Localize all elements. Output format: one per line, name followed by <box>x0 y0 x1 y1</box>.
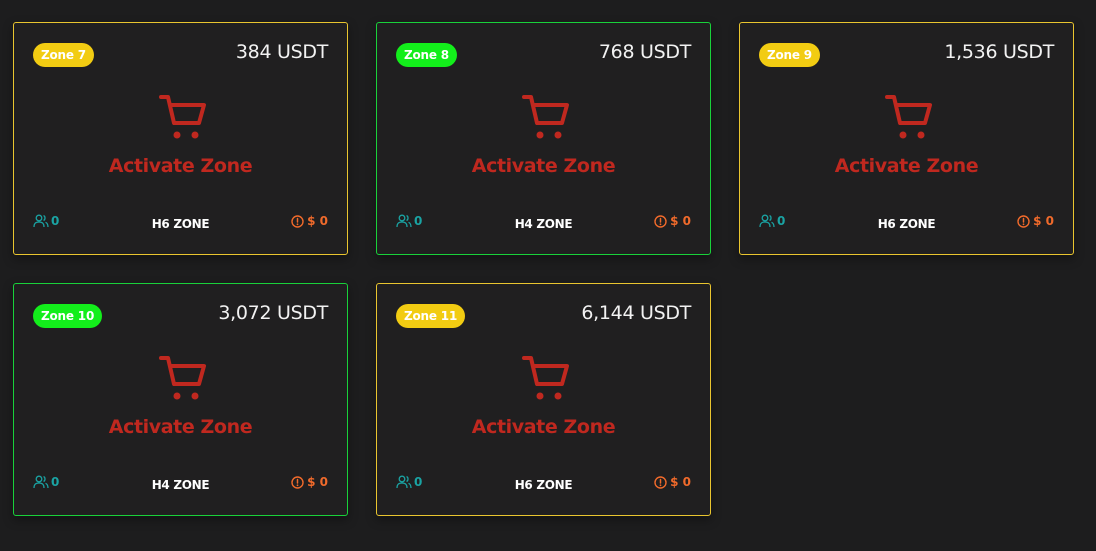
alert-circle-icon <box>1017 214 1030 228</box>
alert-circle-icon <box>291 475 304 489</box>
zone-card-11[interactable]: Zone 11 6,144 USDT Activate Zone 0 H6 ZO… <box>376 283 711 516</box>
shopping-cart-icon[interactable] <box>158 93 209 141</box>
shopping-cart-icon[interactable] <box>158 354 209 402</box>
shopping-cart-icon[interactable] <box>521 354 572 402</box>
zone-price: 768 USDT <box>598 41 691 63</box>
zone-badge: Zone 11 <box>396 304 466 328</box>
alert-circle-icon <box>654 214 667 228</box>
zone-card-7[interactable]: Zone 7 384 USDT Activate Zone 0 H6 ZONE <box>13 22 348 255</box>
zone-badge: Zone 8 <box>396 43 457 67</box>
zone-earnings: $ 0 <box>291 213 328 229</box>
zone-earnings: $ 0 <box>654 213 691 229</box>
shopping-cart-icon[interactable] <box>884 93 935 141</box>
zone-card-10[interactable]: Zone 10 3,072 USDT Activate Zone 0 H4 ZO… <box>13 283 348 516</box>
zone-badge: Zone 10 <box>33 304 103 328</box>
zone-earnings: $ 0 <box>654 474 691 490</box>
zone-card-9[interactable]: Zone 9 1,536 USDT Activate Zone 0 H6 ZON… <box>739 22 1074 255</box>
earnings-value: $ 0 <box>307 475 328 489</box>
activate-zone-button[interactable]: Activate Zone <box>377 416 710 438</box>
earnings-value: $ 0 <box>670 214 691 228</box>
zone-price: 6,144 USDT <box>581 302 691 324</box>
zone-earnings: $ 0 <box>1017 213 1054 229</box>
activate-zone-button[interactable]: Activate Zone <box>14 155 347 177</box>
activate-zone-button[interactable]: Activate Zone <box>377 155 710 177</box>
earnings-value: $ 0 <box>307 214 328 228</box>
zone-price: 1,536 USDT <box>944 41 1054 63</box>
zone-badge: Zone 9 <box>759 43 820 67</box>
zone-price: 384 USDT <box>235 41 328 63</box>
alert-circle-icon <box>291 214 304 228</box>
earnings-value: $ 0 <box>670 475 691 489</box>
zone-grid: Zone 7 384 USDT Activate Zone 0 H6 ZONE <box>0 0 1096 551</box>
zone-card-8[interactable]: Zone 8 768 USDT Activate Zone 0 H4 ZONE <box>376 22 711 255</box>
zone-earnings: $ 0 <box>291 474 328 490</box>
alert-circle-icon <box>654 475 667 489</box>
activate-zone-button[interactable]: Activate Zone <box>14 416 347 438</box>
zone-price: 3,072 USDT <box>218 302 328 324</box>
zone-badge: Zone 7 <box>33 43 94 67</box>
activate-zone-button[interactable]: Activate Zone <box>740 155 1073 177</box>
shopping-cart-icon[interactable] <box>521 93 572 141</box>
earnings-value: $ 0 <box>1033 214 1054 228</box>
